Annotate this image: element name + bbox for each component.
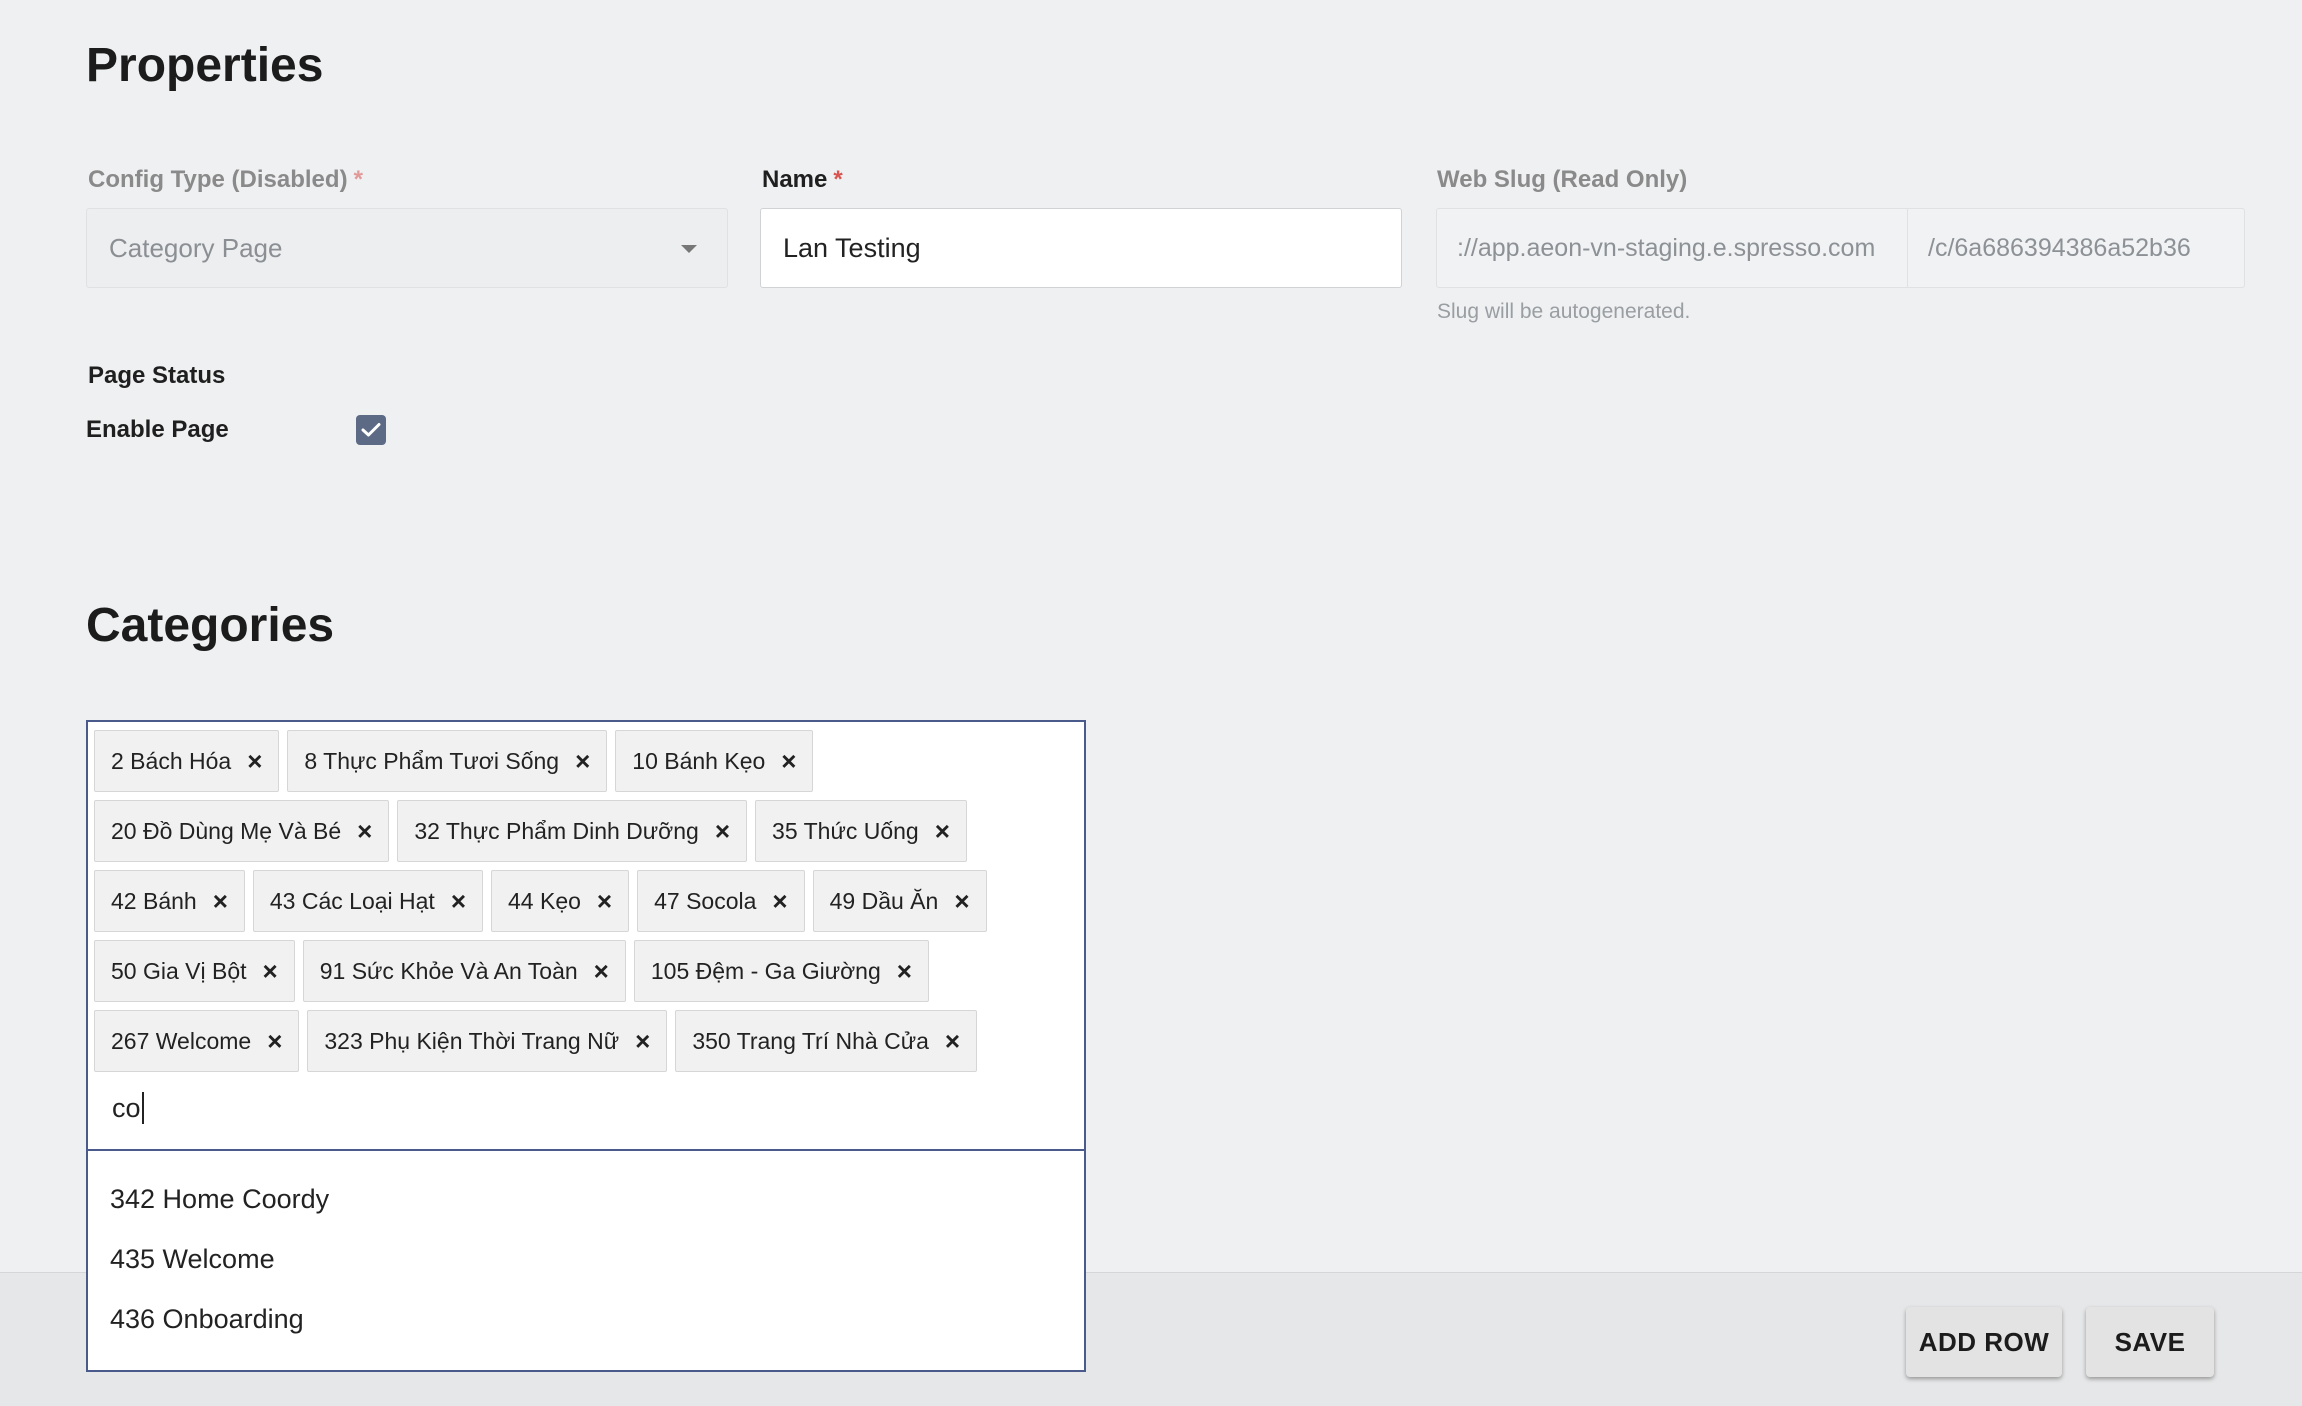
remove-icon[interactable]: × [781, 748, 796, 774]
tag-row: 50 Gia Vị Bột × 91 Sức Khỏe Và An Toàn × 1… [94, 940, 929, 1002]
dropdown-option[interactable]: 342 Home Coordy [88, 1169, 1084, 1229]
config-type-value: Category Page [109, 232, 283, 263]
category-tag: 350 Trang Trí Nhà Cửa × [675, 1010, 978, 1072]
category-options-dropdown: 342 Home Coordy 435 Welcome 436 Onboardi… [86, 1150, 1086, 1372]
remove-icon[interactable]: × [715, 818, 730, 844]
remove-icon[interactable]: × [357, 818, 372, 844]
page: Properties Config Type (Disabled) * Categ… [0, 0, 2302, 1406]
config-type-select: Category Page [86, 208, 728, 288]
category-tag: 35 Thức Uống × [755, 800, 967, 862]
tag-row: 267 Welcome × 323 Phụ Kiện Thời Trang Nữ ×… [94, 1010, 978, 1072]
page-status-label: Page Status [88, 362, 226, 389]
remove-icon[interactable]: × [267, 1028, 282, 1054]
tag-row: 42 Bánh × 43 Các Loại Hạt × 44 Kẹo × 47 Soc… [94, 870, 987, 932]
category-tag: 50 Gia Vị Bột × [94, 940, 295, 1002]
remove-icon[interactable]: × [935, 818, 950, 844]
name-input[interactable] [760, 208, 1402, 288]
remove-icon[interactable]: × [575, 748, 590, 774]
config-type-label: Config Type (Disabled) * [88, 166, 363, 193]
tag-row: 20 Đồ Dùng Mẹ Và Bé × 32 Thực Phẩm Dinh D… [94, 800, 967, 862]
remove-icon[interactable]: × [213, 888, 228, 914]
remove-icon[interactable]: × [263, 958, 278, 984]
category-tag: 10 Bánh Kẹo × [615, 730, 814, 792]
remove-icon[interactable]: × [945, 1028, 960, 1054]
properties-title: Properties [86, 39, 324, 92]
category-multiselect[interactable]: 2 Bách Hóa × 8 Thực Phẩm Tươi Sống × 10 Bá… [86, 720, 1086, 1150]
web-slug-help: Slug will be autogenerated. [1437, 300, 1691, 323]
category-tag: 2 Bách Hóa × [94, 730, 280, 792]
text-cursor [141, 1092, 144, 1124]
required-mark: * [833, 166, 843, 193]
category-tag: 47 Socola × [637, 870, 805, 932]
dropdown-option[interactable]: 436 Onboarding [88, 1289, 1084, 1349]
category-tag: 43 Các Loại Hạt × [252, 870, 484, 932]
web-slug-path: /c/6a686394386a52b36 [1907, 208, 2245, 288]
enable-page-checkbox[interactable] [356, 415, 386, 445]
category-search-input[interactable]: co [112, 1092, 144, 1124]
category-tag: 42 Bánh × [94, 870, 245, 932]
remove-icon[interactable]: × [594, 958, 609, 984]
category-tag: 44 Kẹo × [491, 870, 630, 932]
remove-icon[interactable]: × [635, 1028, 650, 1054]
web-slug-prefix: ://app.aeon-vn-staging.e.spresso.com [1436, 208, 1908, 288]
remove-icon[interactable]: × [451, 888, 466, 914]
category-tag: 49 Dầu Ăn × [812, 870, 987, 932]
tag-row: 2 Bách Hóa × 8 Thực Phẩm Tươi Sống × 10 Bá… [94, 730, 814, 792]
category-tag: 105 Đệm - Ga Giường × [633, 940, 929, 1002]
remove-icon[interactable]: × [597, 888, 612, 914]
dropdown-option[interactable]: 435 Welcome [88, 1229, 1084, 1289]
save-button[interactable]: SAVE [2086, 1307, 2214, 1377]
category-tag: 267 Welcome × [94, 1010, 300, 1072]
remove-icon[interactable]: × [954, 888, 969, 914]
category-tag: 20 Đồ Dùng Mẹ Và Bé × [94, 800, 390, 862]
category-tag: 8 Thực Phẩm Tươi Sống × [287, 730, 608, 792]
category-tag: 323 Phụ Kiện Thời Trang Nữ × [307, 1010, 668, 1072]
web-slug-label: Web Slug (Read Only) [1437, 166, 1688, 193]
remove-icon[interactable]: × [772, 888, 787, 914]
required-mark: * [353, 166, 363, 193]
categories-title: Categories [86, 599, 335, 652]
remove-icon[interactable]: × [897, 958, 912, 984]
category-tag: 91 Sức Khỏe Và An Toàn × [302, 940, 626, 1002]
enable-page-label: Enable Page [86, 416, 229, 443]
add-row-button[interactable]: ADD ROW [1906, 1307, 2062, 1377]
check-icon [361, 423, 381, 437]
caret-down-icon [681, 245, 697, 253]
category-tag: 32 Thực Phẩm Dinh Dưỡng × [397, 800, 748, 862]
name-label: Name * [762, 166, 843, 193]
remove-icon[interactable]: × [247, 748, 262, 774]
